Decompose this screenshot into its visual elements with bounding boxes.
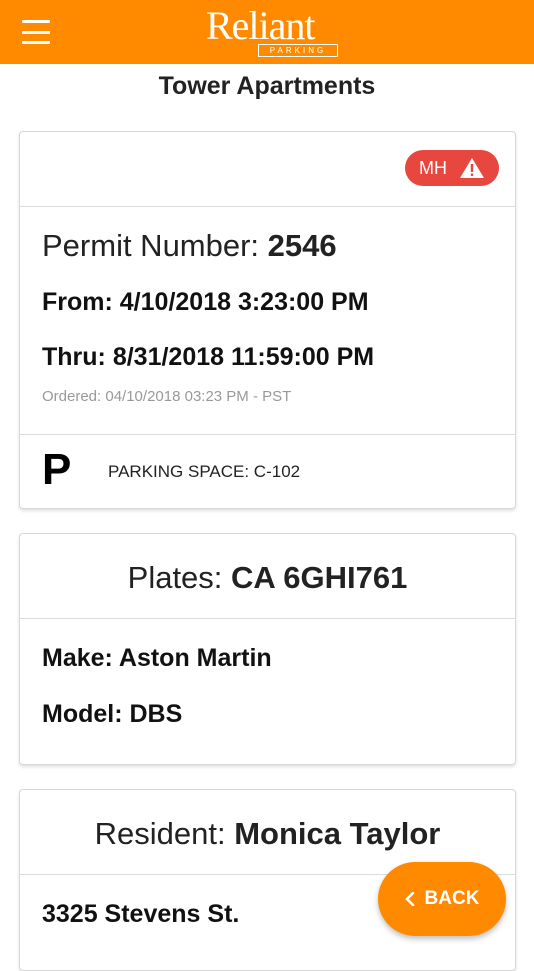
permit-number: Permit Number: 2546 — [42, 228, 337, 264]
make-label: Make: — [42, 644, 119, 672]
from-label: From: — [42, 288, 120, 316]
permit-card: MH Permit Number: 2546 From: 4/10/2018 3… — [19, 131, 516, 509]
vehicle-card: Plates: CA 6GHI761 Make: Aston Martin Mo… — [19, 533, 516, 765]
resident-name: Monica Taylor — [234, 816, 441, 851]
model-label: Model: — [42, 700, 130, 728]
logo-word: Reliant — [206, 3, 316, 48]
resident-label: Resident: — [94, 816, 235, 851]
parking-icon: P — [42, 445, 72, 494]
divider — [20, 206, 515, 207]
model-value: DBS — [129, 700, 183, 728]
resident: Resident: Monica Taylor — [20, 816, 515, 852]
back-button[interactable]: BACK — [378, 862, 506, 936]
resident-address: 3325 Stevens St. — [42, 900, 240, 928]
ordered-timestamp: Ordered: 04/10/2018 03:23 PM - PST — [42, 388, 292, 405]
vehicle-model: Model: DBS — [42, 700, 182, 729]
thru-value: 8/31/2018 11:59:00 PM — [112, 343, 375, 371]
reliant-parking-logo: Reliant PARKING — [206, 2, 338, 58]
vehicle-make: Make: Aston Martin — [42, 644, 272, 673]
warning-icon — [460, 158, 484, 178]
badge-label: MH — [419, 157, 447, 178]
from-value: 4/10/2018 3:23:00 PM — [119, 288, 369, 316]
logo-subtitle: PARKING — [258, 44, 338, 57]
chevron-left-icon — [405, 892, 414, 906]
plates: Plates: CA 6GHI761 — [20, 560, 515, 596]
permit-thru: Thru: 8/31/2018 11:59:00 PM — [42, 343, 374, 372]
mh-warning-badge[interactable]: MH — [405, 150, 499, 186]
thru-label: Thru: — [42, 343, 113, 371]
divider — [20, 434, 515, 435]
back-label: BACK — [424, 888, 480, 909]
parking-space: PARKING SPACE: C-102 — [108, 462, 301, 481]
divider — [20, 618, 515, 619]
hamburger-menu-icon[interactable] — [22, 20, 50, 44]
permit-number-label: Permit Number: — [42, 228, 268, 263]
plates-label: Plates: — [127, 560, 232, 595]
make-value: Aston Martin — [118, 644, 272, 672]
top-app-bar: Reliant PARKING — [0, 0, 534, 64]
page-title: Tower Apartments — [158, 72, 376, 100]
permit-from: From: 4/10/2018 3:23:00 PM — [42, 288, 369, 317]
permit-number-value: 2546 — [267, 228, 337, 263]
plates-value: CA 6GHI761 — [231, 560, 408, 595]
